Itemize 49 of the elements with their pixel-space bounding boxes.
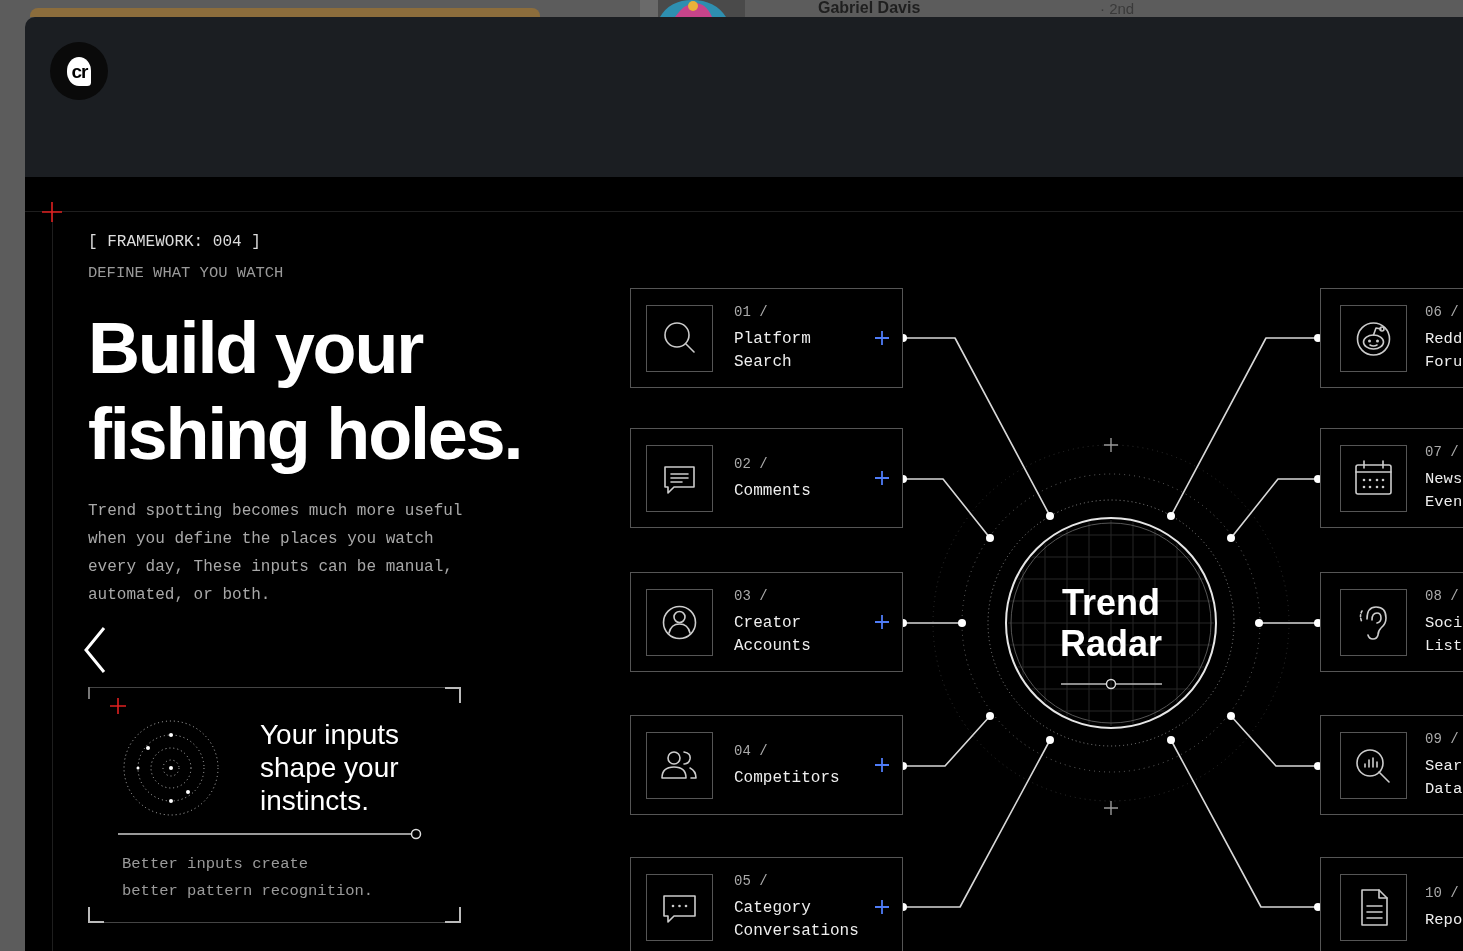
step-number: 03 / bbox=[734, 587, 769, 606]
chat-dots-icon bbox=[646, 873, 713, 941]
headline: Build your fishing holes. bbox=[88, 307, 523, 476]
corner-bracket bbox=[88, 907, 104, 923]
plus-icon[interactable] bbox=[874, 899, 890, 915]
comment-icon bbox=[646, 444, 713, 512]
input-label: Soci List bbox=[1425, 613, 1463, 657]
step-number: 04 / bbox=[734, 741, 769, 761]
step-number: 05 / bbox=[734, 872, 769, 891]
input-label: Competitors bbox=[734, 767, 840, 789]
chevron-left-icon bbox=[82, 626, 108, 674]
subtitle: DEFINE WHAT YOU WATCH bbox=[88, 263, 285, 283]
input-label: Category Conversations bbox=[734, 898, 859, 942]
description: Trend spotting becomes much more useful when you define the places you watch every day, These inputs can be manual, automated, or both. bbox=[88, 501, 464, 606]
step-number: 08 / bbox=[1425, 587, 1460, 606]
step-number: 02 / bbox=[734, 454, 769, 474]
step-number: 06 / bbox=[1425, 303, 1460, 322]
step-number: 09 / bbox=[1425, 730, 1460, 749]
brand-logo[interactable]: cr bbox=[50, 42, 108, 100]
callout-text: Better inputs create better pattern recognition. bbox=[122, 854, 374, 902]
input-label: Comments bbox=[734, 480, 811, 502]
connector-line bbox=[1255, 619, 1322, 627]
chart-search-icon bbox=[1340, 731, 1407, 799]
input-label: News Even bbox=[1425, 469, 1463, 513]
corner-bracket bbox=[445, 687, 461, 703]
input-label: Redd Foru bbox=[1425, 329, 1463, 373]
plus-icon[interactable] bbox=[874, 757, 890, 773]
plus-icon bbox=[42, 202, 62, 222]
input-label: Sear Data bbox=[1425, 756, 1463, 800]
plus-icon[interactable] bbox=[874, 330, 890, 346]
framework-label: [ FRAMEWORK: 004 ] bbox=[88, 232, 262, 252]
plus-icon bbox=[110, 698, 126, 714]
step-number: 10 / bbox=[1425, 883, 1460, 903]
input-label: Platform Search bbox=[734, 329, 811, 373]
input-label: Creator Accounts bbox=[734, 613, 811, 657]
search-icon bbox=[646, 304, 713, 372]
callout-title: Your inputs shape your instincts. bbox=[260, 718, 400, 817]
ear-icon bbox=[1340, 588, 1407, 656]
users-icon bbox=[646, 731, 713, 799]
calendar-icon bbox=[1340, 444, 1407, 512]
step-number: 01 / bbox=[734, 303, 769, 322]
plus-icon[interactable] bbox=[874, 470, 890, 486]
radar-title: Trend Radar bbox=[1058, 582, 1163, 664]
step-number: 07 / bbox=[1425, 443, 1460, 462]
document-icon bbox=[1340, 873, 1407, 941]
plus-icon[interactable] bbox=[874, 614, 890, 630]
robot-face-icon bbox=[1340, 304, 1407, 372]
corner-bracket bbox=[445, 907, 461, 923]
input-label: Repo bbox=[1425, 909, 1463, 931]
